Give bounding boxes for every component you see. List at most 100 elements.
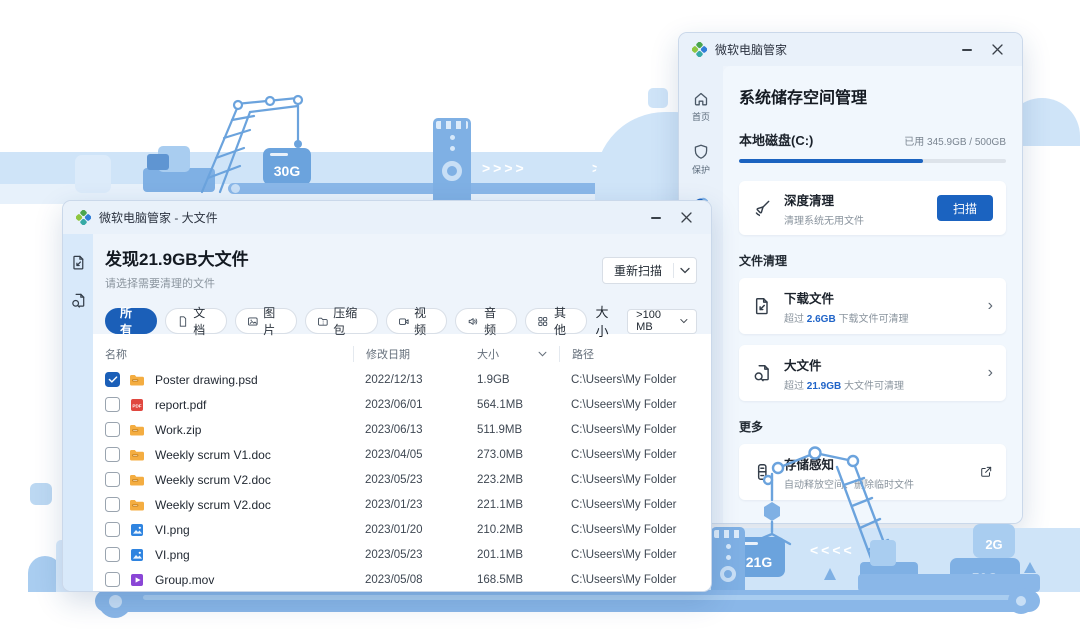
storage-window-titlebar: 微软电脑管家 [679,33,1022,66]
minimize-button[interactable] [641,206,671,230]
deco-block [75,155,111,193]
close-button[interactable] [671,206,701,230]
filter-tab-audio[interactable]: 音频 [455,308,517,334]
arrows-left: <<<< [810,542,855,558]
deep-clean-card[interactable]: 深度清理 清理系统无用文件 扫描 [739,181,1006,235]
table-row[interactable]: Work.zip 2023/06/13 511.9MB C:\Useers\My… [105,417,701,442]
broom-icon [752,198,772,218]
filter-tab-videos[interactable]: 视频 [386,308,448,334]
row-checkbox[interactable] [105,547,120,562]
weight-21g: 21G [733,537,785,577]
speaker-icon [467,315,479,328]
svg-text:PDF: PDF [132,403,141,408]
disk-progress-bar [739,159,1006,163]
file-search-icon [70,292,87,309]
row-checkbox[interactable] [105,572,120,587]
close-button[interactable] [982,38,1012,62]
download-files-card[interactable]: 下载文件 超过 2.6GB 下载文件可清理 › [739,278,1006,334]
table-row[interactable]: Group.mov 2023/05/08 168.5MB C:\Useers\M… [105,567,701,592]
weight-2g: 2G [973,524,1015,558]
bottom-pipe [95,590,1040,612]
archive-file-icon [129,422,145,438]
conveyor-belt [228,183,720,194]
page-title: 系统储存空间管理 [739,84,1006,108]
row-checkbox[interactable] [105,422,120,437]
storage-sense-card[interactable]: 存储感知 自动释放空间、删除临时文件 [739,444,1006,500]
app-logo-icon [692,42,707,57]
archive-file-icon [129,472,145,488]
files-window-titlebar: 微软电脑管家 - 大文件 [63,201,711,234]
crane-illustration-top [180,88,315,198]
weight-30g: 30G [263,148,311,185]
filter-tab-documents[interactable]: 文档 [165,308,227,334]
download-size-value: 2.6GB [807,314,836,325]
row-checkbox[interactable] [105,447,120,462]
filter-tab-images[interactable]: 图片 [235,308,297,334]
download-card-title: 下载文件 [784,288,908,307]
large-card-title: 大文件 [784,355,904,374]
column-header-size[interactable]: 大小 [465,346,559,362]
weight-50g-label: 50G [972,570,998,586]
column-header-date[interactable]: 修改日期 [353,346,465,362]
filter-tab-archives[interactable]: 压缩包 [305,308,378,334]
conveyor-knob [231,184,240,193]
disk-usage: 已用 345.9GB / 500GB [904,133,1006,148]
row-checkbox[interactable] [105,472,120,487]
sidebar-item-home[interactable]: 首页 [679,84,723,128]
weight-50g: 50G [950,558,1020,592]
check-icon [108,375,118,384]
column-header-name[interactable]: 名称 [105,346,353,362]
file-list: 名称 修改日期 大小 路径 Poster [93,334,711,592]
table-row[interactable]: Weekly scrum V2.doc 2023/05/23 223.2MB C… [105,467,701,492]
image-icon [247,315,259,328]
chevron-down-icon [680,267,690,274]
row-checkbox[interactable] [105,397,120,412]
chevron-right-icon: › [988,297,993,315]
row-checkbox[interactable] [105,497,120,512]
storage-window-title: 微软电脑管家 [715,41,787,58]
minimize-button[interactable] [952,38,982,62]
table-row[interactable]: VI.png 2023/01/20 210.2MB C:\Useers\My F… [105,517,701,542]
sidebar-item-protect[interactable]: 保护 [679,137,723,181]
filter-tab-other[interactable]: 其他 [525,308,587,334]
row-checkbox[interactable] [105,522,120,537]
document-icon [177,315,189,328]
scan-button[interactable]: 扫描 [937,195,993,221]
video-icon [398,315,410,328]
large-files-card[interactable]: 大文件 超过 21.9GB 大文件可清理 › [739,345,1006,401]
deep-clean-desc: 清理系统无用文件 [784,212,864,227]
filter-tab-all[interactable]: 所有 [105,308,157,334]
pdf-file-icon: PDF [129,397,145,413]
table-row[interactable]: Poster drawing.psd 2022/12/13 1.9GB C:\U… [105,367,701,392]
ground-strip [858,574,1040,592]
file-search-icon [752,363,772,383]
truck-box [147,154,169,170]
chevron-right-icon: › [988,364,993,382]
sidebar-item-large-files[interactable] [70,292,87,314]
size-filter-label: 大小 [595,302,618,340]
table-row[interactable]: Weekly scrum V1.doc 2023/04/05 273.0MB C… [105,442,701,467]
download-file-icon [752,296,772,316]
column-header-path[interactable]: 路径 [559,346,701,362]
arrows-right-2: >>>> [592,160,637,176]
sky-band [0,152,720,184]
table-row[interactable]: PDF report.pdf 2023/06/01 564.1MB C:\Use… [105,392,701,417]
truck-cab [158,146,190,172]
table-row[interactable]: VI.png 2023/05/23 201.1MB C:\Useers\My F… [105,542,701,567]
archive-file-icon [129,447,145,463]
bottom-band [700,528,1080,592]
deep-clean-title: 深度清理 [784,190,864,209]
sidebar-item-downloads[interactable] [70,254,87,276]
table-row[interactable]: Weekly scrum V2.doc 2023/01/23 221.1MB C… [105,492,701,517]
close-icon [681,212,692,223]
bottom-left-square [30,483,52,505]
size-filter-dropdown[interactable]: >100 MB [627,309,697,334]
sort-chevron-icon [538,351,547,357]
weight-2g-label: 2G [985,537,1002,552]
row-checkbox-checked[interactable] [105,372,120,387]
rescan-button[interactable]: 重新扫描 [602,257,697,284]
pyramid-shape [1024,562,1036,573]
close-icon [992,44,1003,55]
weight-21g-label: 21G [746,554,772,570]
filter-bar: 所有 文档 [105,302,697,340]
